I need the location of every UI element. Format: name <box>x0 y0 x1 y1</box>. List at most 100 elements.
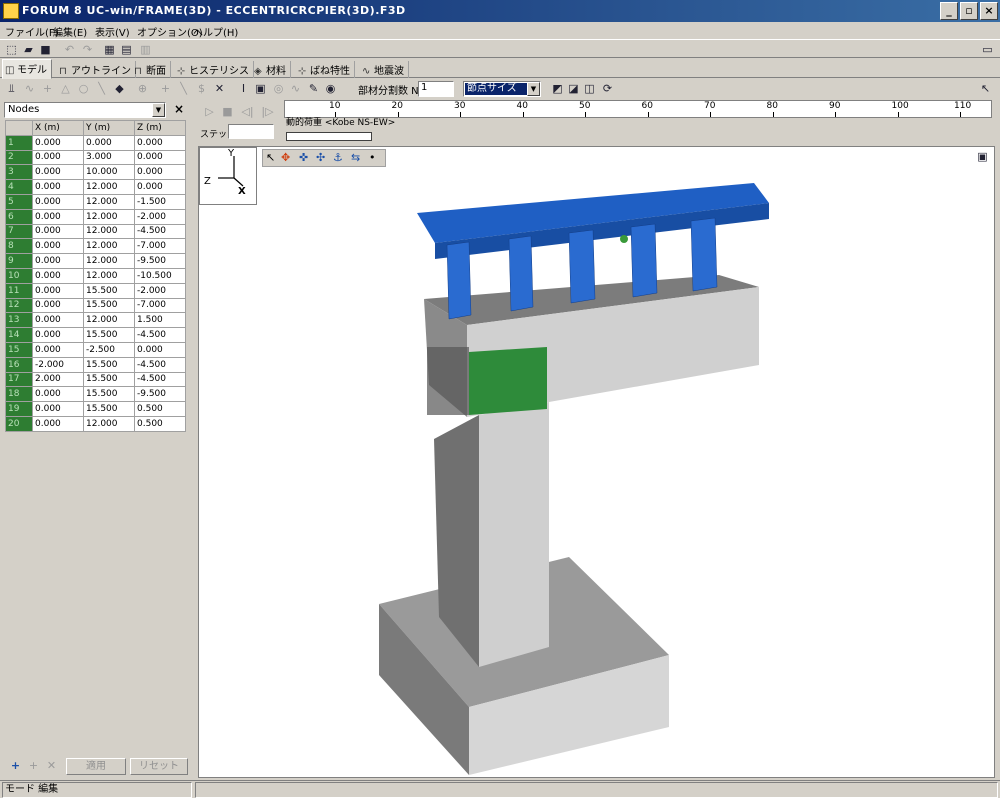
cell-z[interactable]: -9.500 <box>134 253 186 269</box>
mass-icon[interactable]: ○ <box>76 81 91 96</box>
select-pointer-icon[interactable]: ↖ <box>978 81 993 96</box>
table-row[interactable]: 11 0.000 15.500 -2.000 <box>5 282 186 299</box>
undo-icon[interactable]: ↶ <box>62 42 77 57</box>
cell-x[interactable]: 0.000 <box>32 149 84 166</box>
close-button[interactable]: × <box>980 2 998 20</box>
cell-y[interactable]: 12.000 <box>83 208 135 225</box>
table-row[interactable]: 15 0.000 -2.500 0.000 <box>5 341 186 358</box>
cell-y[interactable]: 15.500 <box>83 356 135 373</box>
hinge-icon[interactable]: △ <box>58 81 73 96</box>
table-row[interactable]: 4 0.000 12.000 0.000 <box>5 179 186 195</box>
play-icon[interactable]: ▷ <box>202 104 217 119</box>
step-forward-icon[interactable]: |▷ <box>260 104 275 119</box>
cell-z[interactable]: -4.500 <box>134 371 186 388</box>
header-z[interactable]: Z (m) <box>134 120 186 136</box>
insert-node-icon[interactable]: + <box>26 758 41 773</box>
divisions-spinner[interactable]: 1 <box>418 81 454 97</box>
tab-material[interactable]: ◈ 材料 <box>252 61 291 78</box>
panel-close-button[interactable]: × <box>174 102 184 116</box>
panel-toggle-icon[interactable]: ▭ <box>980 42 995 57</box>
spring-view-icon[interactable]: ∿ <box>288 81 303 96</box>
tab-outline[interactable]: ⊓ アウトライン <box>57 61 136 78</box>
cell-y[interactable]: 15.500 <box>83 297 135 314</box>
cell-x[interactable]: 0.000 <box>32 179 84 195</box>
cell-y[interactable]: 15.500 <box>83 386 135 403</box>
tab-spring[interactable]: ⊹ ばね特性 <box>296 61 355 78</box>
cell-y[interactable]: 12.000 <box>83 253 135 269</box>
support-icon[interactable]: ⫫ <box>4 81 19 96</box>
spring-tool-icon[interactable]: ∿ <box>22 81 37 96</box>
table-row[interactable]: 2 0.000 3.000 0.000 <box>5 149 186 166</box>
cell-x[interactable]: 0.000 <box>32 267 84 284</box>
cell-x[interactable]: 0.000 <box>32 208 84 225</box>
cell-z[interactable]: 0.000 <box>134 164 186 181</box>
cell-x[interactable]: 2.000 <box>32 371 84 388</box>
cell-x[interactable]: 0.000 <box>32 164 84 181</box>
view-front-icon[interactable]: ◩ <box>550 81 565 96</box>
table-row[interactable]: 8 0.000 12.000 -7.000 <box>5 238 186 255</box>
table-row[interactable]: 18 0.000 15.500 -9.500 <box>5 386 186 403</box>
apply-button[interactable]: 適用 <box>66 758 126 775</box>
table-row[interactable]: 20 0.000 12.000 0.500 <box>5 415 186 432</box>
cell-y[interactable]: 12.000 <box>83 179 135 195</box>
tab-section[interactable]: ⊓ 断面 <box>132 61 171 78</box>
cell-z[interactable]: 0.000 <box>134 134 186 151</box>
export-icon[interactable]: ▥ <box>138 42 153 57</box>
reset-button[interactable]: リセット <box>130 758 188 775</box>
tab-hysteresis[interactable]: ⊹ ヒステリシス <box>175 61 254 78</box>
tab-model[interactable]: ◫ モデル <box>2 59 52 79</box>
cell-y[interactable]: 15.500 <box>83 327 135 343</box>
3d-viewport[interactable]: Y Z X ↖ ✥ ✜ ✣ ⚓ ⇆ • ▣ <box>198 146 995 778</box>
step-input[interactable] <box>228 124 274 139</box>
cell-z[interactable]: 0.500 <box>134 401 186 417</box>
member-add-icon[interactable]: ╲ <box>176 81 191 96</box>
cell-y[interactable]: 12.000 <box>83 312 135 329</box>
cell-x[interactable]: -2.000 <box>32 356 84 373</box>
delete-node-icon[interactable]: ✕ <box>44 758 59 773</box>
material-view-icon[interactable]: ◎ <box>271 81 286 96</box>
app-icon[interactable] <box>3 3 19 19</box>
menu-view[interactable]: 表示(V) <box>95 24 130 39</box>
cell-z[interactable]: -10.500 <box>134 267 186 284</box>
menu-edit[interactable]: 編集(E) <box>53 24 87 39</box>
add-node-icon[interactable]: + <box>8 758 23 773</box>
tab-seismic-wave[interactable]: ∿ 地震波 <box>360 61 409 78</box>
table-row[interactable]: 9 0.000 12.000 -9.500 <box>5 253 186 269</box>
open-folder-icon[interactable]: ▰ <box>21 42 36 57</box>
cell-z[interactable]: -7.000 <box>134 297 186 314</box>
refresh-view-icon[interactable]: ⟳ <box>600 81 615 96</box>
cell-y[interactable]: 12.000 <box>83 267 135 284</box>
cell-x[interactable]: 0.000 <box>32 223 84 240</box>
menu-help[interactable]: ヘルプ(H) <box>193 24 238 39</box>
table-row[interactable]: 1 0.000 0.000 0.000 <box>5 134 186 151</box>
report-icon[interactable]: ▤ <box>119 42 134 57</box>
cell-x[interactable]: 0.000 <box>32 193 84 210</box>
table-row[interactable]: 7 0.000 12.000 -4.500 <box>5 223 186 240</box>
maximize-button[interactable]: ▫ <box>960 2 978 20</box>
cell-z[interactable]: -7.000 <box>134 238 186 255</box>
cell-x[interactable]: 0.000 <box>32 238 84 255</box>
cell-x[interactable]: 0.000 <box>32 341 84 358</box>
table-row[interactable]: 5 0.000 12.000 -1.500 <box>5 193 186 210</box>
cell-y[interactable]: 10.000 <box>83 164 135 181</box>
cell-y[interactable]: 12.000 <box>83 193 135 210</box>
cell-y[interactable]: 12.000 <box>83 238 135 255</box>
table-row[interactable]: 12 0.000 15.500 -7.000 <box>5 297 186 314</box>
cell-y[interactable]: 0.000 <box>83 134 135 151</box>
cell-x[interactable]: 0.000 <box>32 282 84 299</box>
cell-y[interactable]: 15.500 <box>83 371 135 388</box>
cell-z[interactable]: 0.000 <box>134 341 186 358</box>
node-add-icon[interactable]: + <box>40 81 55 96</box>
section-view-icon[interactable]: I <box>236 81 251 96</box>
table-row[interactable]: 17 2.000 15.500 -4.500 <box>5 371 186 388</box>
header-y[interactable]: Y (m) <box>83 120 135 136</box>
member-icon[interactable]: ╲ <box>94 81 109 96</box>
table-row[interactable]: 13 0.000 12.000 1.500 <box>5 312 186 329</box>
view-side-icon[interactable]: ◪ <box>566 81 581 96</box>
cell-x[interactable]: 0.000 <box>32 312 84 329</box>
cell-x[interactable]: 0.000 <box>32 297 84 314</box>
table-row[interactable]: 14 0.000 15.500 -4.500 <box>5 327 186 343</box>
cell-z[interactable]: 0.500 <box>134 415 186 432</box>
cell-z[interactable]: -2.000 <box>134 282 186 299</box>
cell-x[interactable]: 0.000 <box>32 253 84 269</box>
